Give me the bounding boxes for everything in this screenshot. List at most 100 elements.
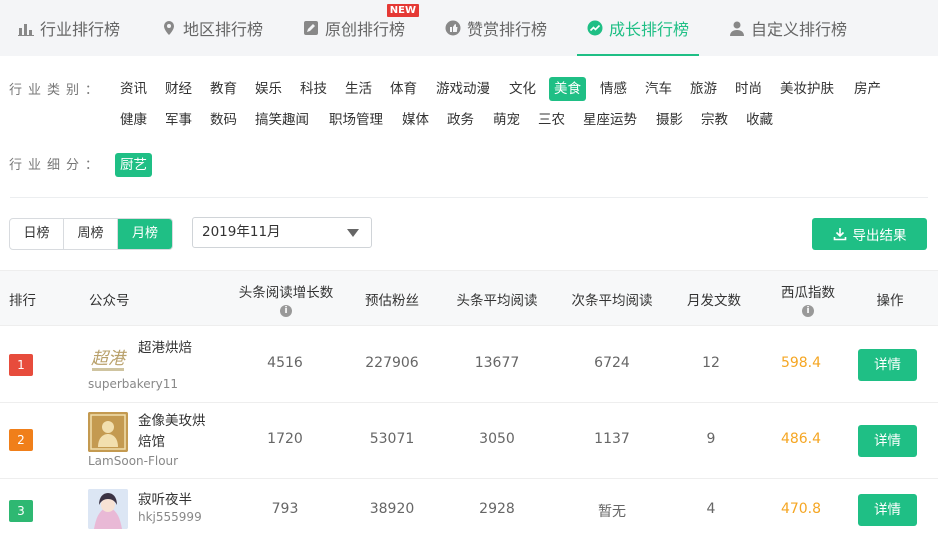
growth-chart-icon: [587, 20, 603, 36]
category-chip[interactable]: 情感: [596, 77, 631, 101]
location-pin-icon: [161, 20, 177, 36]
table-header: 排行 公众号 头条阅读增长数 i 预估粉丝 头条平均阅读 次条平均阅读 月发文数…: [0, 270, 938, 326]
divider: [10, 197, 928, 198]
category-chip[interactable]: 宗教: [697, 108, 732, 132]
period-toggle: 日榜 周榜 月榜: [9, 218, 173, 250]
bar-chart-icon: [18, 20, 34, 36]
header-account: 公众号: [89, 271, 130, 327]
tab-label: 原创排行榜: [325, 20, 406, 39]
main-panel: 行业类别： 资讯 财经 教育 娱乐 科技 生活 体育 游戏动漫 文化 美食 情感…: [0, 56, 938, 555]
edit-icon: [303, 20, 319, 36]
category-chip[interactable]: 财经: [161, 77, 196, 101]
ranking-tabs: 行业排行榜 地区排行榜 原创排行榜 NEW 赞赏排行榜 成长排行榜 自定义排行榜: [0, 0, 938, 56]
category-chip[interactable]: 房产: [850, 77, 885, 101]
account-id: hkj555999: [138, 510, 202, 524]
category-chip[interactable]: 政务: [443, 108, 478, 132]
period-day-button[interactable]: 日榜: [10, 219, 64, 249]
cell-xigua-index: 486.4: [780, 431, 822, 447]
category-chip[interactable]: 搞笑趣闻: [251, 108, 313, 132]
header-rank-label: 排行: [9, 293, 36, 309]
cell-second-avg: 暂无: [598, 504, 626, 520]
tab-industry-ranking[interactable]: 行业排行榜: [18, 0, 120, 56]
caret-down-icon: [347, 229, 359, 237]
category-chip[interactable]: 文化: [505, 77, 540, 101]
account-name-line: 焙馆: [138, 434, 165, 450]
detail-button[interactable]: 详情: [858, 494, 917, 526]
tab-label: 地区排行榜: [183, 20, 264, 39]
tab-growth-ranking[interactable]: 成长排行榜: [576, 0, 700, 56]
month-select-value: 2019年11月: [202, 224, 281, 240]
category-chip[interactable]: 萌宠: [489, 108, 524, 132]
table-row: 1 超港 超港烘焙 superbakery11 4516 227906 1367…: [0, 327, 938, 403]
category-chip[interactable]: 数码: [206, 108, 241, 132]
brand-logo: [88, 412, 128, 452]
account-name[interactable]: 金像美玫烘 焙馆: [138, 411, 206, 453]
category-chip[interactable]: 媒体: [398, 108, 433, 132]
header-posts-label: 月发文数: [687, 293, 741, 309]
header-fans-label: 预估粉丝: [365, 293, 419, 309]
period-month-button[interactable]: 月榜: [118, 219, 172, 249]
category-chip[interactable]: 科技: [296, 77, 331, 101]
brand-logo: 超港: [88, 338, 128, 378]
avatar[interactable]: [88, 489, 128, 529]
account-name[interactable]: 超港烘焙: [138, 338, 192, 359]
category-chip[interactable]: 生活: [341, 77, 376, 101]
category-chip[interactable]: 三农: [534, 108, 569, 132]
tab-region-ranking[interactable]: 地区排行榜: [161, 0, 263, 56]
header-action-label: 操作: [876, 293, 904, 309]
category-chip[interactable]: 教育: [206, 77, 241, 101]
category-chip[interactable]: 摄影: [652, 108, 687, 132]
period-week-button[interactable]: 周榜: [64, 219, 118, 249]
tab-label: 行业排行榜: [40, 20, 121, 39]
tab-reward-ranking[interactable]: 赞赏排行榜: [445, 0, 547, 56]
header-account-label: 公众号: [89, 293, 130, 309]
cell-growth: 4516: [267, 355, 303, 371]
tab-custom-ranking[interactable]: 自定义排行榜: [729, 0, 847, 56]
header-head-avg-label: 头条平均阅读: [456, 293, 538, 309]
info-icon[interactable]: i: [280, 305, 292, 317]
category-chip[interactable]: 汽车: [641, 77, 676, 101]
cell-fans: 38920: [369, 501, 415, 517]
category-chip[interactable]: 职场管理: [325, 108, 387, 132]
category-chip[interactable]: 旅游: [686, 77, 721, 101]
download-icon: [833, 228, 846, 241]
cell-fans: 227906: [365, 355, 419, 371]
cell-head-avg: 13677: [474, 355, 520, 371]
rank-badge: 2: [9, 429, 33, 451]
tab-original-ranking[interactable]: 原创排行榜 NEW: [303, 0, 420, 56]
cell-xigua-index: 470.8: [780, 501, 822, 517]
header-est-fans: 预估粉丝: [337, 271, 447, 327]
category-chip[interactable]: 健康: [116, 108, 151, 132]
category-chip[interactable]: 军事: [161, 108, 196, 132]
avatar[interactable]: [88, 412, 128, 452]
category-chip[interactable]: 时尚: [731, 77, 766, 101]
info-icon[interactable]: i: [802, 305, 814, 317]
detail-button[interactable]: 详情: [858, 425, 917, 457]
account-name[interactable]: 寂听夜半: [138, 490, 192, 511]
user-icon: [729, 20, 745, 36]
category-chip[interactable]: 资讯: [116, 77, 151, 101]
rank-badge: 3: [9, 500, 33, 522]
category-chip[interactable]: 游戏动漫: [432, 77, 494, 101]
cell-second-avg: 6724: [594, 355, 630, 371]
month-select[interactable]: 2019年11月: [192, 217, 372, 248]
new-badge: NEW: [386, 4, 420, 17]
cell-growth: 1720: [267, 431, 303, 447]
category-chip[interactable]: 收藏: [742, 108, 777, 132]
table-row: 2 金像美玫烘 焙馆 LamSoon-Flour 1720 53071 3050…: [0, 403, 938, 479]
detail-button[interactable]: 详情: [858, 349, 917, 381]
profile-picture: [88, 489, 128, 529]
category-chip[interactable]: 美妆护肤: [776, 77, 838, 101]
category-chip[interactable]: 娱乐: [251, 77, 286, 101]
avatar[interactable]: 超港: [88, 338, 128, 378]
subcategory-label: 行业细分：: [9, 158, 105, 173]
category-chip[interactable]: 体育: [386, 77, 421, 101]
category-chip-selected[interactable]: 美食: [549, 77, 586, 101]
export-button[interactable]: 导出结果: [812, 218, 927, 250]
subcategory-chip-selected[interactable]: 厨艺: [115, 153, 152, 177]
header-index-label: 西瓜指数: [781, 285, 835, 301]
header-second-avg-label: 次条平均阅读: [571, 293, 653, 309]
header-growth-label: 头条阅读增长数: [238, 285, 334, 301]
account-id: LamSoon-Flour: [88, 454, 179, 468]
category-chip[interactable]: 星座运势: [579, 108, 641, 132]
